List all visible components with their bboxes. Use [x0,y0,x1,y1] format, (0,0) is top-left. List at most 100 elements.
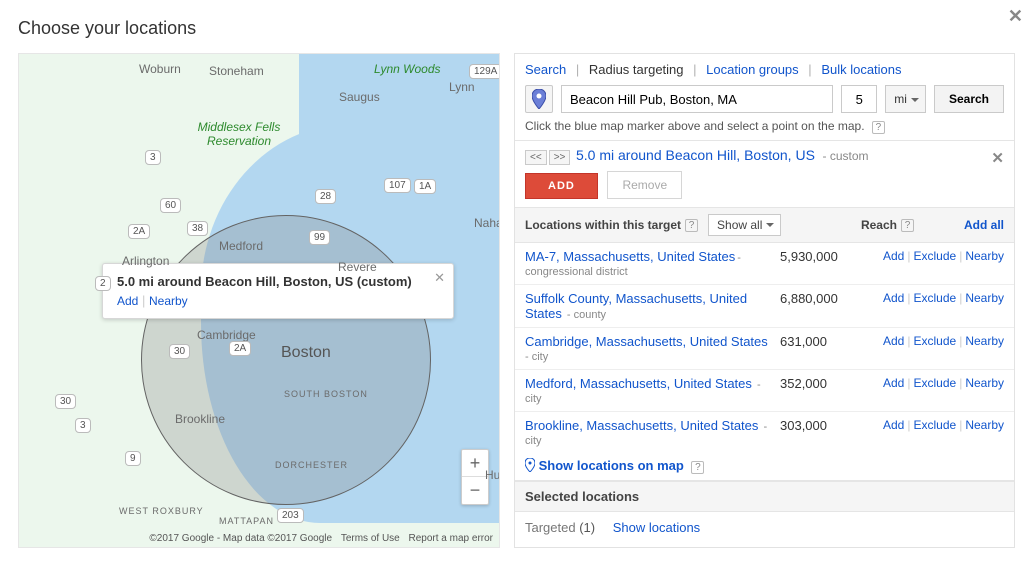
row-exclude-link[interactable]: Exclude [913,418,956,432]
reach-column-header: Reach [861,218,897,232]
next-target-button[interactable]: >> [549,150,571,165]
location-type: congressional district [525,266,780,278]
location-type: - [760,421,767,433]
remove-target-icon[interactable]: ✕ [991,149,1004,167]
location-reach: 352,000 [780,376,870,391]
map-place-label: SOUTH BOSTON [284,389,368,399]
road-shield: 129A [469,64,499,79]
map-place-label: Cambridge [197,328,256,342]
map-place-label: Lynn Woods [374,62,441,76]
row-add-link[interactable]: Add [883,291,904,305]
unit-select[interactable]: mi [885,85,926,113]
map-copyright: ©2017 Google - Map data ©2017 Google [149,533,332,544]
row-exclude-link[interactable]: Exclude [913,249,956,263]
help-icon[interactable]: ? [691,461,704,474]
row-nearby-link[interactable]: Nearby [965,249,1004,263]
location-reach: 6,880,000 [780,291,870,306]
map-place-label: Revere [338,260,377,274]
popup-nearby-link[interactable]: Nearby [149,294,188,308]
location-name-link[interactable]: Brookline, Massachusetts, United States [525,418,758,433]
location-name-link[interactable]: Suffolk County, Massachusetts, United St… [525,291,747,321]
drop-pin-button[interactable] [525,85,553,113]
map-place-label: Boston [281,344,331,362]
row-nearby-link[interactable]: Nearby [965,376,1004,390]
locations-panel: Search | Radius targeting | Location gro… [514,53,1015,548]
row-exclude-link[interactable]: Exclude [913,334,956,348]
road-shield: 28 [315,189,336,204]
target-subtype: - custom [823,149,869,163]
tab-search[interactable]: Search [525,62,566,77]
location-actions: Add|Exclude|Nearby [883,249,1004,263]
tab-radius[interactable]: Radius targeting [589,62,684,77]
location-name-link[interactable]: Medford, Massachusetts, United States [525,376,752,391]
search-button[interactable]: Search [934,85,1004,113]
map-popup: ✕ 5.0 mi around Beacon Hill, Boston, US … [102,263,454,319]
location-actions: Add|Exclude|Nearby [883,334,1004,348]
location-name-link[interactable]: Cambridge, Massachusetts, United States [525,334,768,349]
location-reach: 5,930,000 [780,249,870,264]
tab-groups[interactable]: Location groups [706,62,799,77]
road-shield: 3 [145,150,161,165]
show-selected-link[interactable]: Show locations [613,520,700,535]
road-shield: 99 [309,230,330,245]
row-nearby-link[interactable]: Nearby [965,418,1004,432]
map-place-label: Brookline [175,412,225,426]
row-exclude-link[interactable]: Exclude [913,376,956,390]
road-shield: 30 [169,344,190,359]
popup-close-icon[interactable]: ✕ [434,270,445,286]
target-name-link[interactable]: 5.0 mi around Beacon Hill, Boston, US [576,147,815,163]
targeting-tabs: Search | Radius targeting | Location gro… [525,62,1004,77]
map-place-label: Stoneham [209,64,264,78]
map-canvas[interactable]: ✕ 5.0 mi around Beacon Hill, Boston, US … [19,54,499,547]
map-place-label: MATTAPAN [219,516,274,526]
radius-input[interactable] [841,85,877,113]
location-type: city [525,435,780,447]
help-icon[interactable]: ? [872,121,885,134]
selected-locations-body: Targeted (1) Show locations [515,512,1014,547]
map-container[interactable]: ✕ 5.0 mi around Beacon Hill, Boston, US … [18,53,500,548]
road-shield: 2A [128,224,150,239]
prev-target-button[interactable]: << [525,150,547,165]
row-add-link[interactable]: Add [883,249,904,263]
location-type: city [525,393,780,405]
targeted-count: (1) [579,520,595,535]
popup-add-link[interactable]: Add [117,294,138,308]
help-icon[interactable]: ? [901,219,914,232]
show-on-map-link[interactable]: Show locations on map [539,458,684,473]
map-place-label: Nahant [474,216,499,230]
location-actions: Add|Exclude|Nearby [883,418,1004,432]
close-icon[interactable]: ✕ [1008,6,1023,27]
row-nearby-link[interactable]: Nearby [965,334,1004,348]
map-place-label: Woburn [139,62,181,76]
map-place-label: Middlesex Fells Reservation [194,120,284,148]
location-input[interactable] [561,85,833,113]
selected-locations-header: Selected locations [515,481,1014,512]
map-report-link[interactable]: Report a map error [409,533,493,544]
row-add-link[interactable]: Add [883,418,904,432]
help-icon[interactable]: ? [685,219,698,232]
add-all-link[interactable]: Add all [964,218,1004,232]
location-row: Brookline, Massachusetts, United States … [515,412,1014,452]
add-target-button[interactable]: ADD [525,173,598,199]
row-add-link[interactable]: Add [883,376,904,390]
location-actions: Add|Exclude|Nearby [883,376,1004,390]
road-shield: 9 [125,451,141,466]
map-place-label: Arlington [122,254,169,268]
row-add-link[interactable]: Add [883,334,904,348]
road-shield: 38 [187,221,208,236]
location-name-link[interactable]: MA-7, Massachusetts, United States [525,249,735,264]
show-all-dropdown[interactable]: Show all [708,214,781,236]
road-shield: 60 [160,198,181,213]
map-place-label: Medford [219,239,263,253]
map-terms-link[interactable]: Terms of Use [341,533,400,544]
tab-bulk[interactable]: Bulk locations [821,62,901,77]
row-nearby-link[interactable]: Nearby [965,291,1004,305]
map-attribution: ©2017 Google - Map data ©2017 Google Ter… [143,533,493,544]
location-type: - county [564,309,606,321]
popup-title: 5.0 mi around Beacon Hill, Boston, US (c… [117,274,423,289]
row-exclude-link[interactable]: Exclude [913,291,956,305]
road-shield: 2 [95,276,111,291]
road-shield: 107 [384,178,411,193]
locations-list-header: Locations within this target ? Show all … [515,208,1014,243]
location-row: Suffolk County, Massachusetts, United St… [515,285,1014,328]
